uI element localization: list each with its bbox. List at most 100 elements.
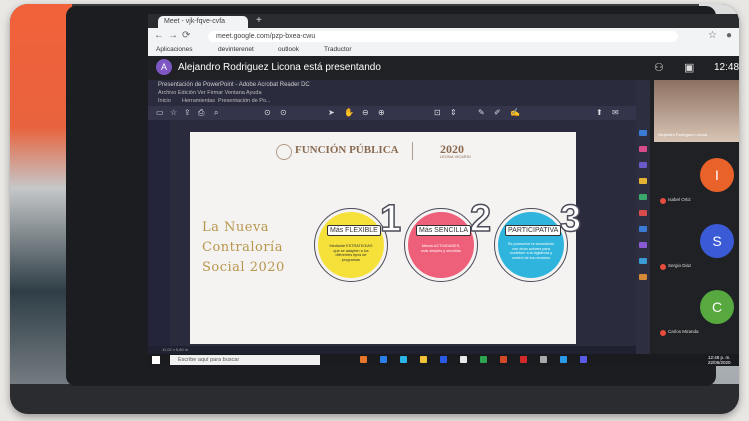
tool-combine-icon[interactable] (639, 194, 647, 200)
meeting-clock: 12:48 (714, 62, 739, 73)
background-wall-left (10, 4, 72, 414)
desk-surface (10, 384, 739, 414)
file-explorer-icon[interactable] (420, 356, 427, 363)
slide-title-line-1: La Nueva (202, 220, 270, 235)
photo-frame: Meet - vjk-fqve-cvfa + ← → ⟳ meet.google… (10, 4, 739, 414)
zoom-in-icon[interactable]: ⊕ (378, 108, 385, 117)
slide-title-line-3: Social 2020 (202, 260, 285, 275)
zoom-out-icon[interactable]: ⊖ (362, 108, 369, 117)
acrobat-icon[interactable] (520, 356, 527, 363)
bookmark-traductor[interactable]: Traductor (324, 44, 352, 56)
word-icon[interactable] (440, 356, 447, 363)
url-field[interactable]: meet.google.com/pzp-bxea-cwu (208, 31, 678, 42)
circle-2-text: Menos ACTIVIDADES, más simples y sencill… (421, 244, 461, 253)
participant-2-avatar: S (700, 224, 734, 258)
tool-create-icon[interactable] (639, 146, 647, 152)
chrome-icon[interactable] (460, 356, 467, 363)
zoom-search-icon[interactable]: ⌕ (214, 108, 218, 118)
slide-canvas: FUNCIÓN PÚBLICA 2020 LEONA VICARIO La Nu… (190, 132, 582, 344)
mail-icon[interactable]: ✉ (612, 108, 619, 117)
bookmark-apps[interactable]: Aplicaciones (156, 44, 193, 56)
mic-off-icon (660, 264, 666, 270)
slide-title-line-2: Contraloría (202, 240, 283, 255)
profile-icon[interactable]: ● (726, 30, 732, 41)
app-menu[interactable]: Archivo Edición Ver Firmar Ventana Ayuda (158, 90, 262, 96)
app-tab-document[interactable]: Presentación de Po... (218, 98, 271, 104)
windows-start-icon[interactable] (152, 356, 160, 364)
tool-more-icon[interactable] (639, 274, 647, 280)
new-tab-icon[interactable]: + (256, 15, 262, 26)
share-icon[interactable]: ⬆ (596, 108, 603, 117)
next-page-icon[interactable]: ⊙ (280, 108, 287, 117)
sign-icon[interactable]: ✍ (510, 108, 520, 117)
app-icon[interactable] (540, 356, 547, 363)
edge-icon[interactable] (380, 356, 387, 363)
tool-export-icon[interactable] (639, 130, 647, 136)
taskbar-search[interactable]: Escribe aquí para buscar (170, 355, 320, 365)
firefox-icon[interactable] (360, 356, 367, 363)
back-icon[interactable]: ← (154, 30, 164, 41)
teams-icon[interactable] (580, 356, 587, 363)
participant-2-name: Sergio Diaz (668, 263, 692, 268)
circle-3-label: PARTICIPATIVA (505, 225, 562, 236)
outlook-icon[interactable] (560, 356, 567, 363)
bookmark-outlook[interactable]: outlook (278, 44, 299, 56)
select-tool-icon[interactable]: ➤ (328, 108, 335, 117)
fit-page-icon[interactable]: ⊡ (434, 108, 441, 117)
app-tab-home[interactable]: Inicio (158, 98, 171, 104)
tool-comment-icon[interactable] (639, 178, 647, 184)
presenter-video-tile[interactable]: Alejandro Rodriguez Licona (654, 80, 739, 142)
participant-3-name: Carlos Miranda (668, 329, 699, 334)
presenting-status: Alejandro Rodriguez Licona está presenta… (178, 62, 381, 73)
participant-tile-2[interactable]: S Sergio Diaz (654, 216, 739, 282)
pen-icon[interactable]: ✐ (494, 108, 501, 117)
people-icon[interactable]: ⚇ (654, 61, 664, 74)
forward-icon[interactable]: → (168, 30, 178, 41)
bookmark-icon[interactable]: ☆ (170, 108, 177, 117)
tool-edit-icon[interactable] (639, 162, 647, 168)
app-tab-tools[interactable]: Herramientas (182, 98, 215, 104)
browser-tab-bar: Meet - vjk-fqve-cvfa + (148, 14, 739, 28)
print-icon[interactable]: ⎙ (198, 108, 204, 118)
address-bar-row: ← → ⟳ meet.google.com/pzp-bxea-cwu ☆ ● ⋮ (148, 28, 739, 44)
app-toolbar: ▭ ☆ ⇪ ⎙ ⌕ ⊙ ⊙ ➤ ✋ ⊖ ⊕ ⊡ ⇕ ✎ ✐ ✍ ⬆ ✉ (148, 106, 636, 120)
presenter-avatar: A (156, 59, 172, 75)
bookmark-devinterenet[interactable]: devinterenet (218, 44, 254, 56)
tool-sign-icon[interactable] (639, 242, 647, 248)
app-right-tools (636, 80, 650, 354)
ie-icon[interactable] (400, 356, 407, 363)
comment-icon[interactable]: ✎ (478, 108, 485, 117)
windows-taskbar: Escribe aquí para buscar 12:48 p. m. 22/… (148, 354, 739, 366)
circle-2-label: Más SENCILLA (416, 225, 472, 236)
participant-3-avatar: C (700, 290, 734, 324)
system-tray-clock[interactable]: 12:48 p. m. 22/06/2020 (708, 355, 731, 365)
chat-icon[interactable]: ▣ (684, 61, 694, 74)
tool-protect-icon[interactable] (639, 226, 647, 232)
tool-fill-icon[interactable] (639, 258, 647, 264)
logo-divider (412, 142, 413, 160)
excel-icon[interactable] (480, 356, 487, 363)
participant-tile-3[interactable]: C Carlos Miranda (654, 282, 739, 348)
meet-header: A Alejandro Rodriguez Licona está presen… (148, 56, 739, 80)
slide-header: FUNCIÓN PÚBLICA 2020 LEONA VICARIO (190, 140, 576, 160)
star-icon[interactable]: ☆ (708, 30, 717, 41)
scroll-mode-icon[interactable]: ⇕ (450, 108, 457, 117)
browser-tab[interactable]: Meet - vjk-fqve-cvfa (158, 16, 248, 28)
mic-off-icon (660, 330, 666, 336)
logo-funcion-publica: FUNCIÓN PÚBLICA (295, 144, 399, 156)
reload-icon[interactable]: ⟳ (182, 30, 190, 41)
tool-organize-icon[interactable] (639, 210, 647, 216)
circle-1-text: Mediante ESTRATEGIAS que se adapten a lo… (329, 244, 373, 262)
monitor-screen: Meet - vjk-fqve-cvfa + ← → ⟳ meet.google… (148, 14, 739, 366)
prev-page-icon[interactable]: ⊙ (264, 108, 271, 117)
powerpoint-icon[interactable] (500, 356, 507, 363)
participant-tile-1[interactable]: I Isabel Ortiz (654, 150, 739, 216)
shared-screen-app: Presentación de PowerPoint - Adobe Acrob… (148, 80, 636, 354)
thumbnail-strip[interactable] (148, 120, 170, 354)
save-icon[interactable]: ▭ (156, 108, 164, 117)
hand-tool-icon[interactable]: ✋ (344, 108, 354, 117)
logo-2020-subtitle: LEONA VICARIO (440, 154, 471, 159)
presenter-name: Alejandro Rodriguez Licona (658, 132, 708, 137)
tray-date: 22/06/2020 (708, 360, 731, 365)
upload-icon[interactable]: ⇪ (184, 108, 191, 117)
